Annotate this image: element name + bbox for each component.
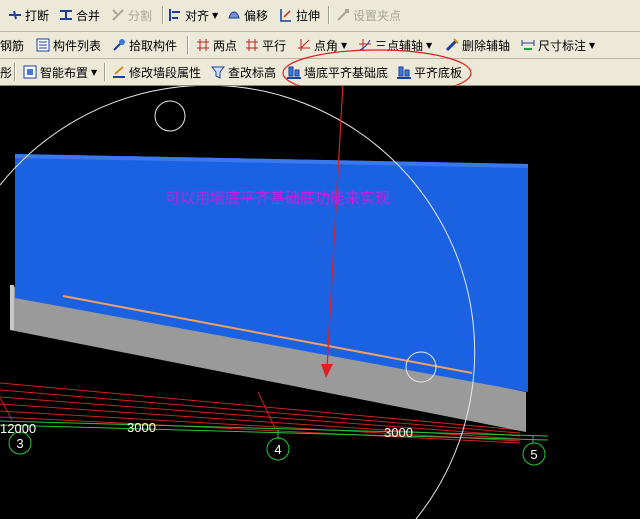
dimension-value: 3000 [127,420,156,435]
separator [162,6,164,24]
smart-layout-label: 智能布置 [40,65,89,80]
dimension-button[interactable]: 尺寸标注 ▼ [521,35,595,55]
three-point-axis-button[interactable]: 三点辅轴 ▼ [358,35,432,55]
merge-button[interactable]: 合并 [59,5,100,25]
smart-layout-button[interactable]: 智能布置 ▼ [23,62,97,82]
chevron-down-icon: ▼ [212,10,219,20]
two-point-button[interactable]: 两点 [196,35,237,55]
dimension-value: 3000 [384,425,413,440]
stretch-label: 拉伸 [296,8,321,23]
two-point-label: 两点 [213,38,238,53]
check-elevation-label: 查改标高 [228,65,277,80]
delete-axis-label: 删除辅轴 [462,38,511,53]
delete-axis-icon [445,38,459,52]
separator [328,6,330,24]
smart-layout-icon [23,65,37,79]
toolbar-edit: 打断 合并 分割 对齐 ▼ 偏移 拉伸 设置夹点 [0,0,640,32]
break-label: 打断 [25,8,50,23]
separator [104,63,106,81]
separator [187,36,189,54]
wall-bottom-align-foundation-button[interactable]: 墙底平齐基础底 [287,62,388,82]
parallel-button[interactable]: 平行 [245,35,286,55]
three-point-axis-label: 三点辅轴 [375,38,424,53]
dimension-label: 尺寸标注 [538,38,587,53]
align-slab-bottom-button[interactable]: 平齐底板 [397,62,462,82]
shape-label: 彤 [0,65,13,80]
component-list-button[interactable]: 构件列表 [36,35,101,55]
break-button[interactable]: 打断 [8,5,49,25]
stretch-icon [280,9,291,22]
component-list-icon [36,38,50,52]
pick-component-label: 拾取构件 [129,38,178,53]
set-grip-point-button[interactable]: 设置夹点 [336,5,401,25]
parallel-label: 平行 [262,38,287,53]
edit-wall-segment-label: 修改墙段属性 [129,65,202,80]
annotation-text: 可以用墙底平齐基础底功能来实现 [165,189,391,207]
chevron-down-icon: ▼ [589,40,596,50]
break-icon [9,10,21,20]
dimension-value: 12000 [0,421,36,436]
align-label: 对齐 [185,8,210,23]
offset-label: 偏移 [244,8,269,23]
rebar-label: 钢筋 [0,38,25,53]
shape-button[interactable]: 彤 [0,62,12,82]
offset-icon [228,11,240,19]
chevron-down-icon: ▼ [341,40,348,50]
merge-label: 合并 [76,8,101,23]
align-button[interactable]: 对齐 ▼ [168,5,218,25]
point-angle-icon [298,39,310,51]
point-angle-label: 点角 [314,38,339,53]
drawing-canvas[interactable]: 3 4 5 12000 3000 3000 [0,86,640,519]
wall-bottom-align-foundation-label: 墙底平齐基础底 [304,65,389,80]
parallel-icon [246,39,258,51]
offset-button[interactable]: 偏移 [227,5,268,25]
grip-point-icon [337,9,349,21]
axis-label-4: 4 [274,442,281,457]
check-elevation-icon [211,66,225,79]
delete-axis-button[interactable]: 删除辅轴 [445,35,510,55]
align-slab-bottom-icon [397,66,411,79]
stretch-button[interactable]: 拉伸 [279,5,320,25]
foundation-edge [10,285,14,330]
split-label: 分割 [128,8,153,23]
toolbar-axis: 钢筋 构件列表 拾取构件 两点 平行 点角 ▼ 三点辅轴 ▼ 删除辅轴 尺寸标注… [0,32,640,59]
three-point-axis-icon [359,39,371,51]
axis-label-3: 3 [16,436,23,451]
edit-wall-segment-button[interactable]: 修改墙段属性 [112,62,201,82]
axis-label-5: 5 [530,447,537,462]
rebar-button[interactable]: 钢筋 [0,35,24,55]
two-point-icon [197,39,209,51]
chevron-down-icon: ▼ [91,67,98,77]
chevron-down-icon: ▼ [426,40,433,50]
align-slab-bottom-label: 平齐底板 [414,65,463,80]
merge-icon [60,10,72,20]
split-icon [112,9,124,21]
split-button[interactable]: 分割 [111,5,152,25]
pick-component-icon [113,39,125,51]
edit-wall-segment-icon [113,66,125,78]
separator [14,63,16,81]
wall-bottom-align-foundation-icon [287,66,301,79]
toolbar-wall: 彤 智能布置 ▼ 修改墙段属性 查改标高 墙底平齐基础底 平齐底板 [0,59,640,86]
align-icon [169,9,180,21]
point-angle-button[interactable]: 点角 ▼ [297,35,347,55]
component-list-label: 构件列表 [53,38,102,53]
dimension-icon [521,40,535,50]
pick-component-button[interactable]: 拾取构件 [112,35,177,55]
set-grip-point-label: 设置夹点 [353,8,402,23]
check-elevation-button[interactable]: 查改标高 [211,62,276,82]
